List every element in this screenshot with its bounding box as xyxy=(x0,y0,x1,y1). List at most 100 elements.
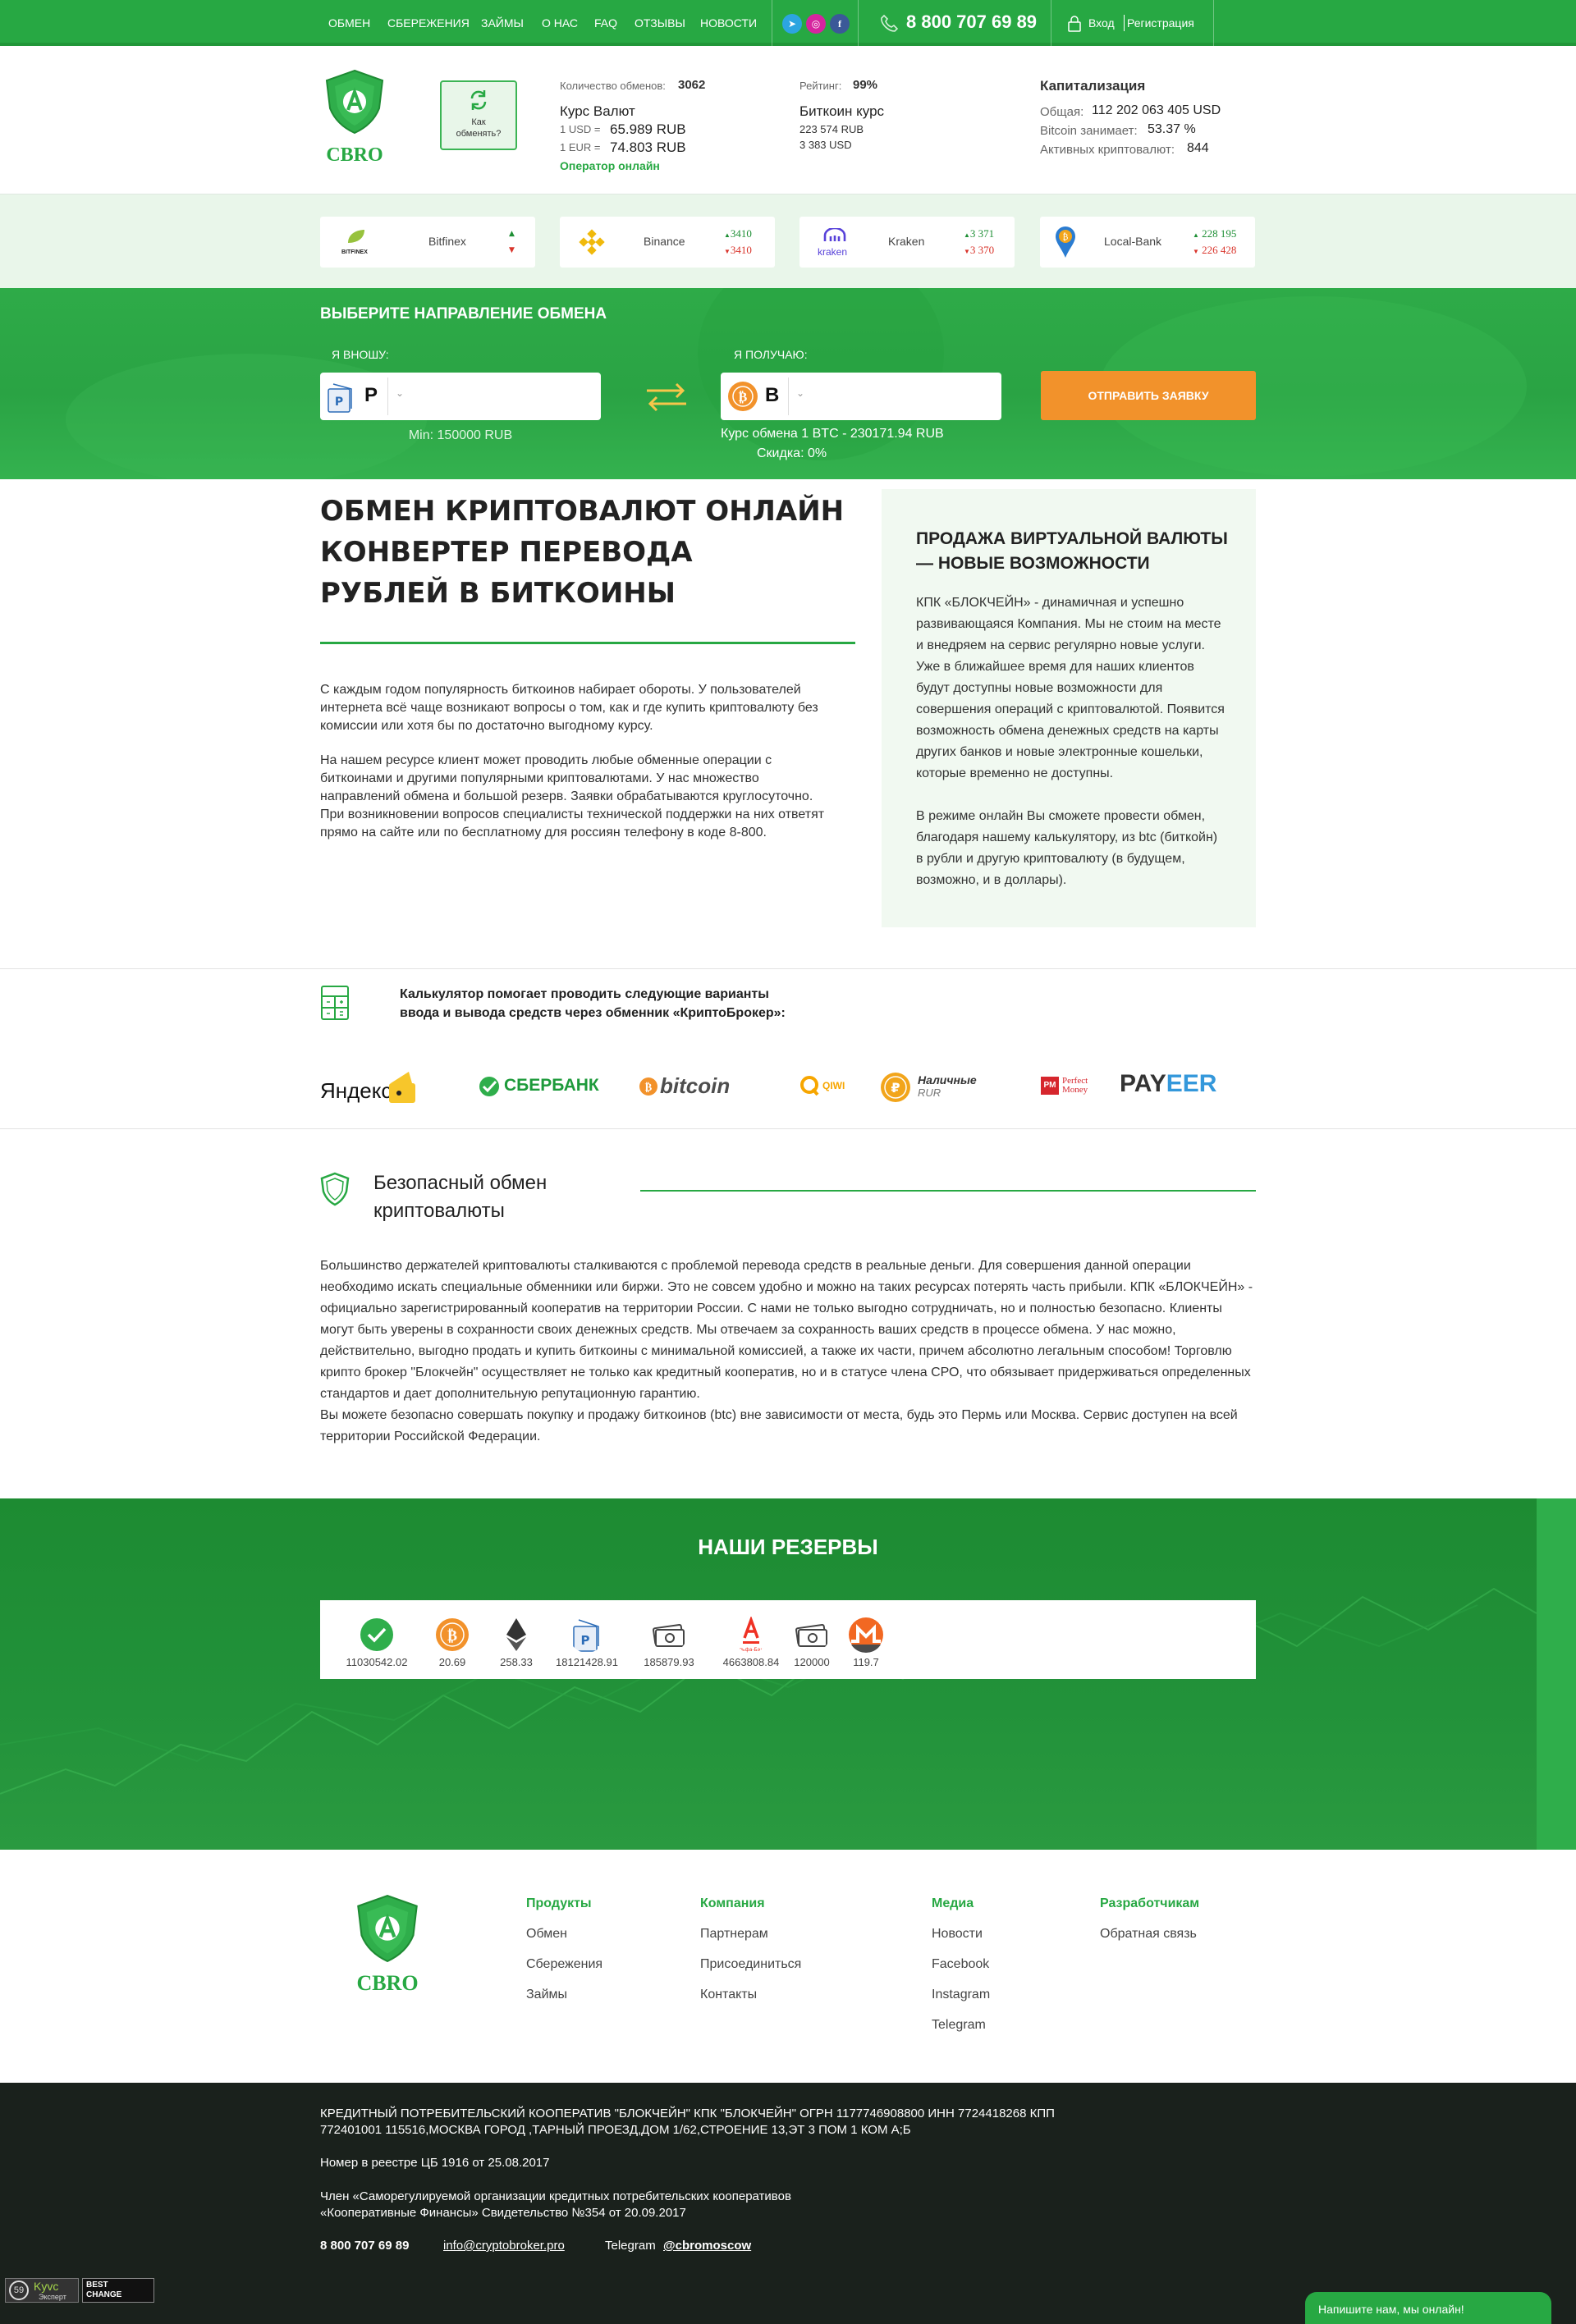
footer-link[interactable]: Присоединиться xyxy=(700,1957,801,1972)
nav-reviews[interactable]: ОТЗЫВЫ xyxy=(635,16,685,30)
exchange-card-bitfinex[interactable]: BITFINEX Bitfinex ▲ ▼ xyxy=(320,217,535,268)
divider xyxy=(1213,0,1214,46)
chevron-down-icon: ⌄ xyxy=(396,387,405,399)
divider xyxy=(387,377,388,415)
footer-link[interactable]: Сбережения xyxy=(526,1957,602,1972)
register-link[interactable]: Регистрация xyxy=(1127,16,1194,30)
svg-text:₿: ₿ xyxy=(739,389,748,405)
yandex-text: Яндекс xyxy=(320,1078,392,1103)
telegram-icon[interactable]: ➤ xyxy=(782,14,802,34)
alfabank-caption: Альфа-Банк xyxy=(735,1647,767,1653)
nav-exchange[interactable]: ОБМЕН xyxy=(328,16,370,30)
footer-link[interactable]: Обратная связь xyxy=(1100,1927,1197,1942)
reserve-item: P 18121428.91 xyxy=(542,1617,632,1668)
footer-link[interactable]: Контакты xyxy=(700,1988,757,2002)
footer-phone[interactable]: 8 800 707 69 89 xyxy=(320,2238,409,2254)
eur-label: 1 EUR = xyxy=(560,141,601,153)
main-heading-line: КОНВЕРТЕР ПЕРЕВОДА xyxy=(320,536,693,569)
nav-phone[interactable]: 8 800 707 69 89 xyxy=(906,11,1037,33)
calculator-icon xyxy=(321,986,349,1020)
btc-title: Биткоин курс xyxy=(799,103,885,119)
login-link[interactable]: Вход xyxy=(1088,16,1115,30)
cash-icon xyxy=(653,1623,685,1647)
qiwi-icon xyxy=(800,1076,819,1096)
nav-faq[interactable]: FAQ xyxy=(594,16,617,30)
telegram-link[interactable]: @cbromoscow xyxy=(663,2238,751,2254)
logo[interactable]: CBRO xyxy=(322,69,387,167)
exchanges-count: 3062 xyxy=(678,78,706,92)
arrow-up-icon: ▲ xyxy=(509,230,515,238)
footer-link[interactable]: Facebook xyxy=(932,1957,989,1972)
main-paragraph: На нашем ресурсе клиент может проводить … xyxy=(320,753,825,839)
live-chat-button[interactable]: Напишите нам, мы онлайн! xyxy=(1305,2292,1551,2324)
qiwi-text: QIWI xyxy=(822,1080,845,1091)
nav-loans[interactable]: ЗАЙМЫ xyxy=(481,16,524,30)
exchange-card-kraken[interactable]: kraken Kraken ▲3 371 ▼3 370 xyxy=(799,217,1015,268)
ethereum-icon xyxy=(506,1618,526,1651)
cap-active-value: 844 xyxy=(1187,141,1209,155)
swap-icon[interactable] xyxy=(644,379,690,415)
exchange-card-binance[interactable]: Binance ▲3410 ▼3410 xyxy=(560,217,775,268)
footer-email[interactable]: info@cryptobroker.pro xyxy=(443,2238,565,2254)
reserve-item: 185879.93 xyxy=(624,1617,714,1668)
kraken-logo-text: kraken xyxy=(818,246,848,258)
monero-icon xyxy=(849,1617,883,1653)
footer-link[interactable]: Telegram xyxy=(932,2018,986,2033)
footer-link[interactable]: Новости xyxy=(932,1927,983,1942)
nav-savings[interactable]: СБЕРЕЖЕНИЯ xyxy=(387,16,470,30)
binance-icon xyxy=(579,229,605,255)
side-info-box: ПРОДАЖА ВИРТУАЛЬНОЙ ВАЛЮТЫ — НОВЫЕ ВОЗМО… xyxy=(882,489,1256,927)
price-down: ▼ 226 428 xyxy=(1193,244,1237,256)
usd-value: 65.989 RUB xyxy=(610,121,686,137)
exchange-card-local-bank[interactable]: ₿ Local-Bank ▲ 228 195 ▼ 226 428 xyxy=(1040,217,1255,268)
alfabank-icon: Альфа-Банк xyxy=(735,1617,767,1653)
how-to-button[interactable]: Как обменять? xyxy=(440,80,517,150)
telegram-label: Telegram xyxy=(605,2239,656,2253)
kyvc-logo-icon: 59 xyxy=(9,2281,29,2300)
facebook-icon[interactable]: f xyxy=(830,14,850,34)
submit-request-button[interactable]: ОТПРАВИТЬ ЗАЯВКУ xyxy=(1041,371,1256,420)
give-label: Я ВНОШУ: xyxy=(332,348,389,361)
exchange-rate: Курс обмена 1 BTC - 230171.94 RUB xyxy=(721,427,944,441)
main-heading-line: РУБЛЕЙ В БИТКОИНЫ xyxy=(320,577,676,610)
kyvc-badge[interactable]: 59 Kyvc Эксперт xyxy=(5,2278,79,2303)
price-up: ▲3410 xyxy=(724,227,752,240)
instagram-icon[interactable]: ◎ xyxy=(806,14,826,34)
payment-methods-section xyxy=(0,968,1576,1129)
yandex-logo: Яндекс xyxy=(320,1067,419,1106)
bestchange-text: CHANGE xyxy=(86,2290,122,2299)
wallet-icon: P xyxy=(328,383,352,413)
shield-logo-icon xyxy=(325,69,384,135)
side-paragraph: КПК «БЛОКЧЕЙН» - динамичная и успешно ра… xyxy=(916,596,1225,780)
side-title: ПРОДАЖА ВИРТУАЛЬНОЙ ВАЛЮТЫ — НОВЫЕ ВОЗМО… xyxy=(916,529,1228,573)
nav-about[interactable]: О НАС xyxy=(542,16,578,30)
divider xyxy=(1124,15,1125,31)
receive-currency-code: B xyxy=(765,384,780,406)
footer-link[interactable]: Партнерам xyxy=(700,1927,768,1942)
side-paragraph: В режиме онлайн Вы сможете провести обме… xyxy=(916,809,1218,887)
svg-text:₽: ₽ xyxy=(891,1080,900,1096)
divider xyxy=(858,0,859,46)
receive-currency-select[interactable]: ₿ B ⌄ xyxy=(721,373,1001,420)
bitfinex-leaf-icon xyxy=(348,230,364,243)
footer-link[interactable]: Обмен xyxy=(526,1927,567,1942)
svg-text:P: P xyxy=(335,396,343,409)
registry-text: Номер в реестре ЦБ 1916 от 25.08.2017 xyxy=(320,2156,550,2170)
exchange-strip xyxy=(0,194,1576,288)
shield-icon xyxy=(320,1172,350,1206)
nav-news[interactable]: НОВОСТИ xyxy=(700,16,757,30)
footer-logo[interactable]: CBRO xyxy=(353,1894,422,1997)
bitcoin-icon: ₿ xyxy=(436,1618,469,1651)
cap-total-value: 112 202 063 405 USD xyxy=(1092,103,1221,117)
give-currency-select[interactable]: P P ⌄ xyxy=(320,373,601,420)
footer-link[interactable]: Instagram xyxy=(932,1988,990,2002)
operator-online[interactable]: Оператор онлайн xyxy=(560,159,660,172)
bitcoin-text: bitcoin xyxy=(660,1073,731,1098)
bestchange-badge[interactable]: BEST CHANGE xyxy=(82,2278,154,2303)
chevron-down-icon: ⌄ xyxy=(796,387,805,399)
svg-text:₿: ₿ xyxy=(1063,232,1069,242)
reserves-list: 11030542.02 ₿ 20.69 258.33 P 18121428.91… xyxy=(320,1600,1256,1679)
logo-text: CBRO xyxy=(356,1971,419,1995)
shield-logo-icon xyxy=(357,1894,418,1963)
footer-link[interactable]: Займы xyxy=(526,1988,567,2002)
